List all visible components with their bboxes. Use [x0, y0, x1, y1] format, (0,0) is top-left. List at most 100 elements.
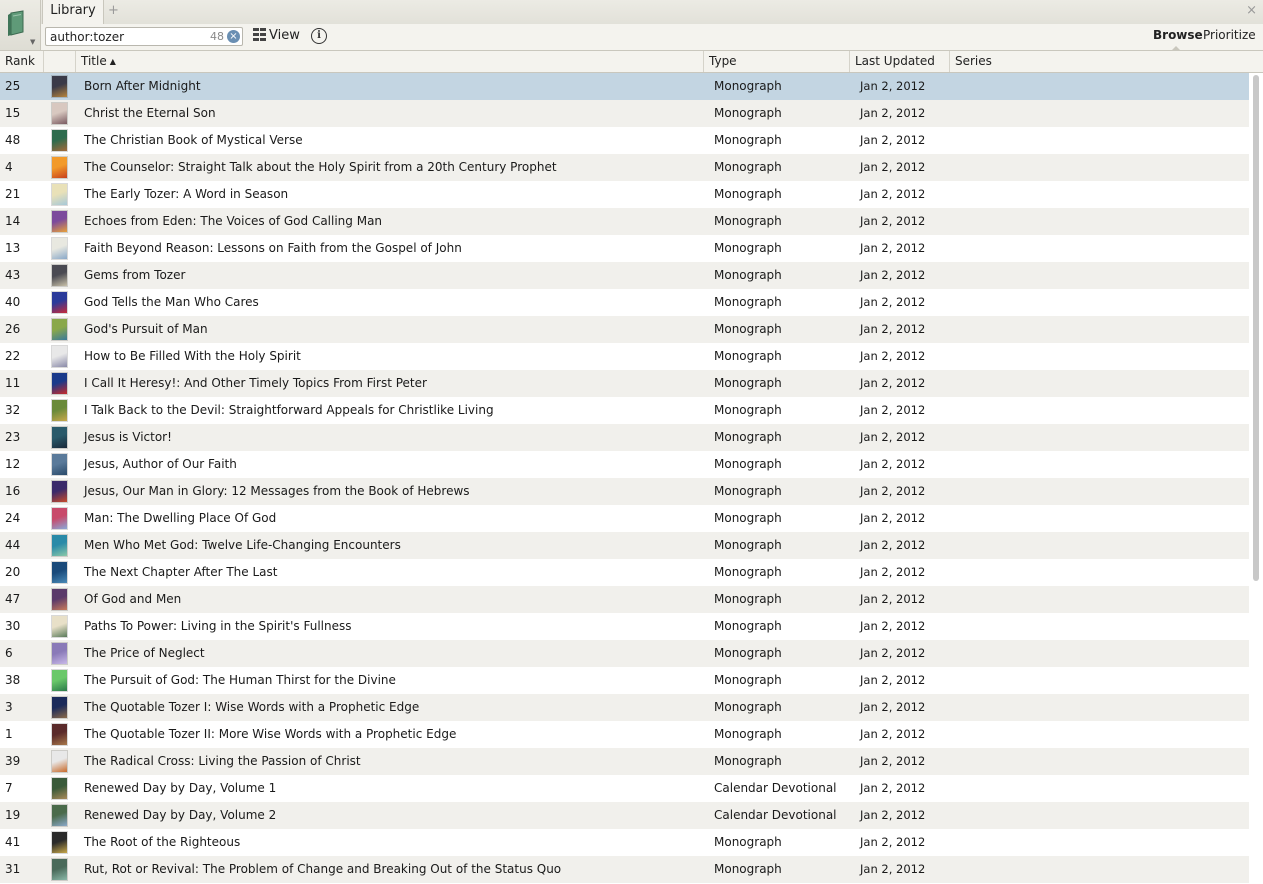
table-row[interactable]: 7 Renewed Day by Day, Volume 1 Calendar De… — [0, 775, 1249, 802]
table-row[interactable]: 16 Jesus, Our Man in Glory: 12 Messages f… — [0, 478, 1249, 505]
library-menu-button[interactable]: ▼ — [0, 0, 41, 50]
table-row[interactable]: 19 Renewed Day by Day, Volume 2 Calendar D… — [0, 802, 1249, 829]
view-button[interactable]: View — [253, 28, 300, 46]
table-row[interactable]: 11 I Call It Heresy!: And Other Timely To… — [0, 370, 1249, 397]
book-cover-thumbnail — [52, 778, 67, 799]
title-cell: Jesus, Author of Our Faith — [84, 457, 237, 471]
column-type[interactable]: Type — [704, 51, 850, 72]
table-row[interactable]: 31 Rut, Rot or Revival: The Problem of Ch… — [0, 856, 1249, 883]
rank-cell: 6 — [5, 646, 13, 660]
column-rank[interactable]: Rank — [0, 51, 44, 72]
column-series[interactable]: Series — [950, 51, 1263, 72]
column-last-updated[interactable]: Last Updated — [850, 51, 950, 72]
type-cell: Monograph — [714, 187, 782, 201]
last-updated-cell: Jan 2, 2012 — [860, 484, 926, 498]
rank-cell: 14 — [5, 214, 21, 228]
last-updated-cell: Jan 2, 2012 — [860, 322, 926, 336]
tab-strip: Library + × — [0, 0, 1263, 25]
rank-cell: 44 — [5, 538, 21, 552]
type-cell: Monograph — [714, 268, 782, 282]
book-cover-thumbnail — [52, 616, 67, 637]
table-row[interactable]: 43 Gems from Tozer Monograph Jan 2, 2012 — [0, 262, 1249, 289]
table-row[interactable]: 20 The Next Chapter After The Last Monogra… — [0, 559, 1249, 586]
search-box[interactable]: 48 × — [45, 27, 243, 46]
rank-cell: 31 — [5, 862, 21, 876]
library-window: Library + × ▼ 48 × View i Browse — [0, 0, 1263, 884]
rank-cell: 1 — [5, 727, 13, 741]
rank-cell: 23 — [5, 430, 21, 444]
table-row[interactable]: 40 God Tells the Man Who Cares Monograph Ja… — [0, 289, 1249, 316]
type-cell: Monograph — [714, 565, 782, 579]
table-row[interactable]: 13 Faith Beyond Reason: Lessons on Faith … — [0, 235, 1249, 262]
column-title[interactable]: Title ▲ — [76, 51, 704, 72]
column-title-label: Title — [81, 54, 107, 68]
table-row[interactable]: 39 The Radical Cross: Living the Passion … — [0, 748, 1249, 775]
table-row[interactable]: 41 The Root of the Righteous Monograph Jan … — [0, 829, 1249, 856]
type-cell: Monograph — [714, 241, 782, 255]
last-updated-cell: Jan 2, 2012 — [860, 268, 926, 282]
table-row[interactable]: 30 Paths To Power: Living in the Spirit's… — [0, 613, 1249, 640]
rank-cell: 20 — [5, 565, 21, 579]
type-cell: Calendar Devotional — [714, 781, 837, 795]
table-row[interactable]: 6 The Price of Neglect Monograph Jan 2, 201… — [0, 640, 1249, 667]
title-cell: Rut, Rot or Revival: The Problem of Chan… — [84, 862, 562, 876]
search-input[interactable] — [50, 28, 200, 45]
table-row[interactable]: 25 Born After Midnight Monograph Jan 2, 201… — [0, 73, 1249, 100]
rank-cell: 19 — [5, 808, 21, 822]
last-updated-cell: Jan 2, 2012 — [860, 781, 926, 795]
add-tab-button[interactable]: + — [108, 3, 119, 18]
last-updated-cell: Jan 2, 2012 — [860, 79, 926, 93]
rank-cell: 4 — [5, 160, 13, 174]
book-cover-thumbnail — [52, 373, 67, 394]
book-cover-thumbnail — [52, 643, 67, 664]
last-updated-cell: Jan 2, 2012 — [860, 592, 926, 606]
last-updated-cell: Jan 2, 2012 — [860, 106, 926, 120]
table-row[interactable]: 47 Of God and Men Monograph Jan 2, 2012 — [0, 586, 1249, 613]
book-cover-thumbnail — [52, 211, 67, 232]
table-row[interactable]: 1 The Quotable Tozer II: More Wise Words … — [0, 721, 1249, 748]
table-row[interactable]: 4 The Counselor: Straight Talk about the … — [0, 154, 1249, 181]
book-cover-thumbnail — [52, 562, 67, 583]
tab-library[interactable]: Library — [42, 0, 104, 24]
title-cell: Renewed Day by Day, Volume 1 — [84, 781, 277, 795]
last-updated-cell: Jan 2, 2012 — [860, 754, 926, 768]
column-cover[interactable] — [44, 51, 76, 72]
rank-cell: 41 — [5, 835, 21, 849]
table-row[interactable]: 3 The Quotable Tozer I: Wise Words with a… — [0, 694, 1249, 721]
last-updated-cell: Jan 2, 2012 — [860, 727, 926, 741]
table-row[interactable]: 15 Christ the Eternal Son Monograph Jan 2, … — [0, 100, 1249, 127]
type-cell: Monograph — [714, 322, 782, 336]
table-row[interactable]: 14 Echoes from Eden: The Voices of God Ca… — [0, 208, 1249, 235]
scrollbar-thumb[interactable] — [1253, 75, 1259, 581]
scrollbar[interactable] — [1252, 73, 1260, 884]
table-row[interactable]: 32 I Talk Back to the Devil: Straightforw… — [0, 397, 1249, 424]
table-row[interactable]: 12 Jesus, Author of Our Faith Monograph Jan… — [0, 451, 1249, 478]
result-count: 48 — [210, 30, 224, 43]
title-cell: Faith Beyond Reason: Lessons on Faith fr… — [84, 241, 462, 255]
table-row[interactable]: 26 God's Pursuit of Man Monograph Jan 2, 20… — [0, 316, 1249, 343]
table-row[interactable]: 21 The Early Tozer: A Word in Season Monog… — [0, 181, 1249, 208]
table-row[interactable]: 22 How to Be Filled With the Holy Spirit M… — [0, 343, 1249, 370]
mode-browse-button[interactable]: Browse — [1153, 28, 1203, 51]
table-row[interactable]: 48 The Christian Book of Mystical Verse Mo… — [0, 127, 1249, 154]
table-row[interactable]: 24 Man: The Dwelling Place Of God Monograp… — [0, 505, 1249, 532]
column-header: Rank Title ▲ Type Last Updated Series — [0, 51, 1263, 73]
rank-cell: 26 — [5, 322, 21, 336]
book-cover-thumbnail — [52, 238, 67, 259]
rank-cell: 16 — [5, 484, 21, 498]
info-icon[interactable]: i — [311, 28, 327, 44]
type-cell: Calendar Devotional — [714, 808, 837, 822]
close-panel-button[interactable]: × — [1246, 3, 1257, 18]
table-row[interactable]: 38 The Pursuit of God: The Human Thirst f… — [0, 667, 1249, 694]
rank-cell: 24 — [5, 511, 21, 525]
book-cover-thumbnail — [52, 481, 67, 502]
book-cover-thumbnail — [52, 535, 67, 556]
mode-prioritize-button[interactable]: Prioritize — [1203, 28, 1256, 42]
table-row[interactable]: 23 Jesus is Victor! Monograph Jan 2, 2012 — [0, 424, 1249, 451]
type-cell: Monograph — [714, 349, 782, 363]
book-cover-thumbnail — [52, 832, 67, 853]
last-updated-cell: Jan 2, 2012 — [860, 538, 926, 552]
table-row[interactable]: 44 Men Who Met God: Twelve Life-Changing … — [0, 532, 1249, 559]
last-updated-cell: Jan 2, 2012 — [860, 160, 926, 174]
clear-icon[interactable]: × — [227, 30, 240, 43]
